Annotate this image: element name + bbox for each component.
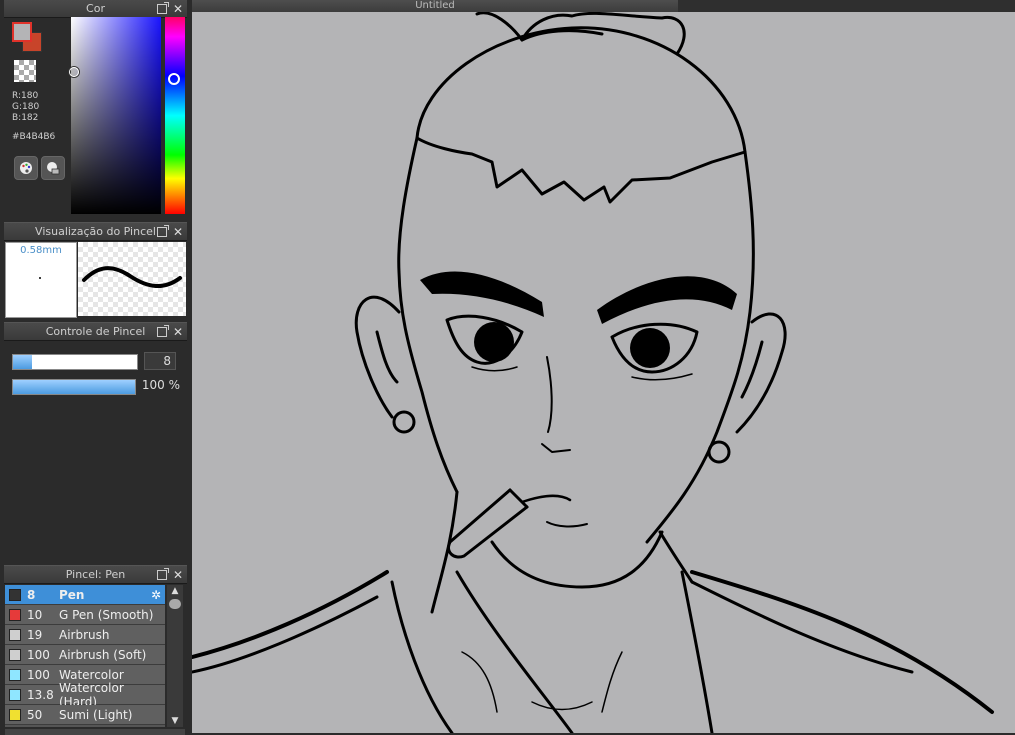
brush-size-text: 13.8 [27, 687, 54, 702]
rgb-readout: R:180 G:180 B:182 [12, 91, 39, 124]
hue-slider[interactable] [165, 17, 185, 214]
popout-icon[interactable] [156, 324, 169, 337]
saturation-value-picker[interactable] [71, 17, 161, 214]
brush-name-text: G Pen (Smooth) [59, 607, 154, 622]
brush-stroke-preview [78, 242, 186, 316]
brush-color-swatch [9, 608, 21, 621]
brush-list-header: Pincel: Pen ✕ [4, 565, 187, 584]
brush-list-scrollbar[interactable]: ▲ ▼ [167, 585, 183, 727]
close-icon[interactable]: ✕ [173, 326, 183, 338]
popout-icon[interactable] [156, 567, 169, 580]
brush-color-swatch [9, 688, 21, 701]
brush-size-preview: 0.58mm [5, 242, 77, 318]
brush-name-text: Airbrush [59, 627, 110, 642]
brush-list-item[interactable]: 8 Pen ✲ [5, 585, 165, 605]
brush-name-text: Pen [59, 587, 85, 602]
blue-value: B:182 [12, 113, 39, 123]
brush-color-swatch [9, 648, 21, 661]
brush-size-text: 100 [27, 667, 50, 682]
brush-list-item[interactable]: 100 Airbrush (Soft) [5, 645, 165, 665]
color-panel-title: Cor [86, 2, 105, 15]
gear-icon[interactable]: ✲ [151, 588, 161, 602]
brush-opacity-slider[interactable] [12, 379, 136, 395]
popout-icon[interactable] [156, 224, 169, 237]
brush-preview-header: Visualização do Pincel ✕ [4, 222, 187, 241]
red-value: R:180 [12, 91, 39, 101]
green-value: G:180 [12, 102, 40, 112]
color-mixer-icon [47, 162, 60, 175]
brush-dot [39, 277, 41, 279]
color-panel-header: Cor ✕ [4, 0, 187, 18]
brush-preview-panel: Visualização do Pincel ✕ 0.58mm [0, 222, 190, 320]
brush-color-swatch [9, 708, 21, 721]
left-panel-column: Cor ✕ R:180 G:180 B:182 #B4B4B6 Visualiz… [0, 0, 190, 735]
transparent-color-swatch[interactable] [14, 60, 36, 82]
close-icon[interactable]: ✕ [173, 569, 183, 581]
close-icon[interactable]: ✕ [173, 226, 183, 238]
brush-list: 8 Pen ✲ 10 G Pen (Smooth) 19 Airbrush 100 Airbru… [5, 585, 165, 727]
popout-icon[interactable] [156, 1, 169, 14]
scroll-up-arrow-icon[interactable]: ▲ [167, 585, 183, 597]
brush-opacity-value: 100 % [141, 378, 180, 392]
brush-color-swatch [9, 628, 21, 641]
sv-picker-cursor[interactable] [69, 67, 79, 77]
color-mixer-button[interactable] [41, 156, 65, 180]
canvas-tab[interactable]: Untitled [192, 0, 678, 12]
brush-size-text: 10 [27, 607, 43, 622]
hue-slider-handle[interactable] [168, 73, 180, 85]
brush-list-panel: Pincel: Pen ✕ 8 Pen ✲ 10 G Pen (Smooth) 19 Air… [0, 565, 190, 735]
color-panel: Cor ✕ R:180 G:180 B:182 #B4B4B6 [0, 0, 190, 220]
foreground-color-swatch[interactable] [12, 22, 32, 42]
brush-size-value[interactable]: 8 [144, 352, 176, 370]
hex-value: #B4B4B6 [12, 132, 56, 142]
palette-button[interactable] [14, 156, 38, 180]
brush-control-panel: Controle de Pincel ✕ 8 100 % [0, 322, 190, 562]
brush-size-label: 0.58mm [20, 245, 62, 256]
brush-size-text: 8 [27, 587, 36, 602]
brush-list-item[interactable]: 19 Airbrush [5, 625, 165, 645]
brush-size-text: 50 [27, 707, 43, 722]
brush-preview-title: Visualização do Pincel [35, 225, 156, 238]
brush-name-text: Airbrush (Soft) [59, 647, 147, 662]
brush-control-title: Controle de Pincel [45, 325, 146, 338]
brush-size-slider[interactable] [12, 354, 138, 370]
brush-size-text: 100 [27, 647, 50, 662]
brush-opacity-fill [13, 380, 135, 394]
brush-list-item[interactable]: 50 Sumi (Light) [5, 705, 165, 725]
scroll-down-arrow-icon[interactable]: ▼ [167, 715, 183, 727]
brush-color-swatch [9, 588, 21, 601]
tab-bar-empty [678, 0, 1015, 12]
brush-list-item[interactable]: 13.8 Watercolor (Hard) [5, 681, 165, 709]
lineart-drawing [192, 12, 994, 733]
stroke-sample [82, 266, 182, 288]
brush-color-swatch [9, 668, 21, 681]
brush-name-text: Watercolor [59, 667, 124, 682]
drawing-canvas[interactable] [192, 12, 1015, 733]
brush-size-fill [13, 355, 32, 369]
brush-list-title: Pincel: Pen [65, 568, 126, 581]
brush-name-text: Sumi (Light) [59, 707, 133, 722]
scrollbar-thumb[interactable] [169, 599, 181, 609]
brush-size-text: 19 [27, 627, 43, 642]
brush-list-item[interactable]: 10 G Pen (Smooth) [5, 605, 165, 625]
palette-icon [20, 162, 32, 174]
brush-control-header: Controle de Pincel ✕ [4, 322, 187, 341]
brush-list-toolbar [5, 729, 185, 735]
close-icon[interactable]: ✕ [173, 3, 183, 15]
